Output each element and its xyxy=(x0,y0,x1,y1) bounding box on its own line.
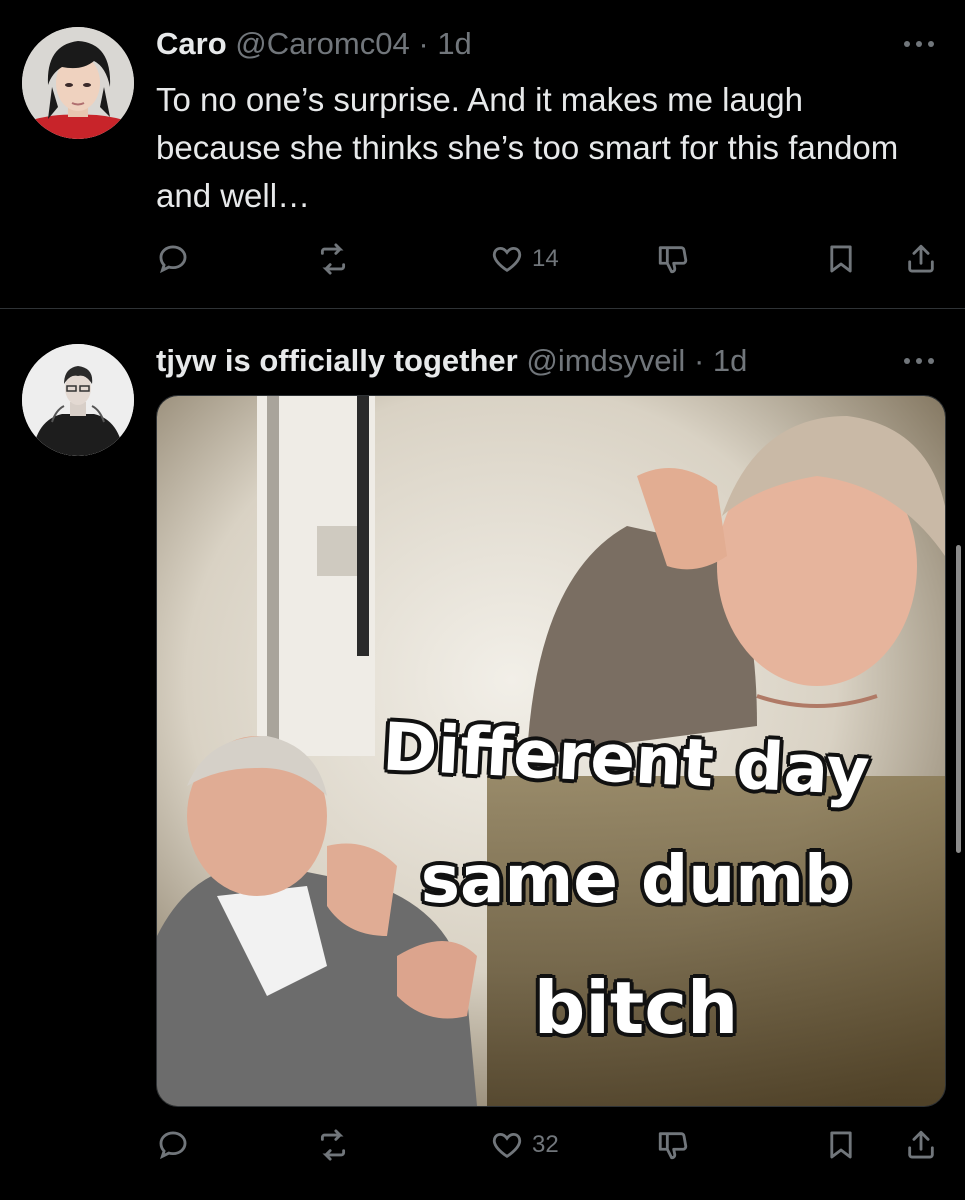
tweet-header: Caro @Caromc04 · 1d xyxy=(156,24,925,64)
like-count: 14 xyxy=(532,245,559,272)
display-name[interactable]: tjyw is officially together xyxy=(156,343,518,378)
dislike-icon xyxy=(658,246,688,274)
reply-button[interactable] xyxy=(156,239,190,279)
user-handle[interactable]: @Caromc04 xyxy=(235,26,409,61)
avatar-illustration xyxy=(22,27,134,139)
scrollbar[interactable] xyxy=(956,545,961,853)
timestamp[interactable]: 1d xyxy=(437,26,471,61)
repost-button[interactable] xyxy=(316,239,350,279)
tweet[interactable]: Caro @Caromc04 · 1d To no one’s surprise… xyxy=(0,0,965,309)
more-icon[interactable] xyxy=(899,32,939,56)
repost-button[interactable] xyxy=(316,1125,350,1165)
share-icon xyxy=(908,1130,934,1159)
dislike-button[interactable] xyxy=(656,239,690,279)
bookmark-icon xyxy=(830,245,852,273)
reply-button[interactable] xyxy=(156,1125,190,1165)
meme-caption-line2: same dumb xyxy=(420,841,852,918)
repost-icon xyxy=(320,243,346,275)
bookmark-button[interactable] xyxy=(824,239,858,279)
tweet[interactable]: tjyw is officially together @imdsyveil ·… xyxy=(0,309,965,1200)
tweet-image[interactable]: Different day same dumb bitch xyxy=(156,395,946,1107)
like-count: 32 xyxy=(532,1131,559,1158)
tweet-header: tjyw is officially together @imdsyveil ·… xyxy=(156,341,925,381)
bookmark-icon xyxy=(830,1131,852,1159)
repost-icon xyxy=(320,1129,346,1161)
separator-dot: · xyxy=(418,26,429,61)
timestamp[interactable]: 1d xyxy=(713,343,747,378)
display-name[interactable]: Caro xyxy=(156,26,227,61)
avatar-illustration xyxy=(22,344,134,456)
action-bar: 32 xyxy=(156,1125,945,1165)
more-icon[interactable] xyxy=(899,349,939,373)
separator-dot: · xyxy=(693,343,705,378)
user-handle[interactable]: @imdsyveil xyxy=(526,343,685,378)
dislike-icon xyxy=(658,1132,688,1160)
tweet-text: To no one’s surprise. And it makes me la… xyxy=(156,81,899,214)
reply-icon xyxy=(159,245,187,274)
avatar[interactable] xyxy=(22,344,134,456)
meme-caption-line3: bitch xyxy=(533,966,739,1050)
reply-icon xyxy=(159,1131,187,1160)
share-icon xyxy=(908,244,934,273)
share-button[interactable] xyxy=(904,239,938,279)
like-button[interactable]: 32 xyxy=(490,1125,559,1165)
avatar[interactable] xyxy=(22,27,134,139)
action-bar: 14 xyxy=(156,239,945,279)
share-button[interactable] xyxy=(904,1125,938,1165)
dislike-button[interactable] xyxy=(656,1125,690,1165)
like-button[interactable]: 14 xyxy=(490,239,559,279)
heart-icon xyxy=(492,246,522,272)
bookmark-button[interactable] xyxy=(824,1125,858,1165)
heart-icon xyxy=(492,1132,522,1158)
